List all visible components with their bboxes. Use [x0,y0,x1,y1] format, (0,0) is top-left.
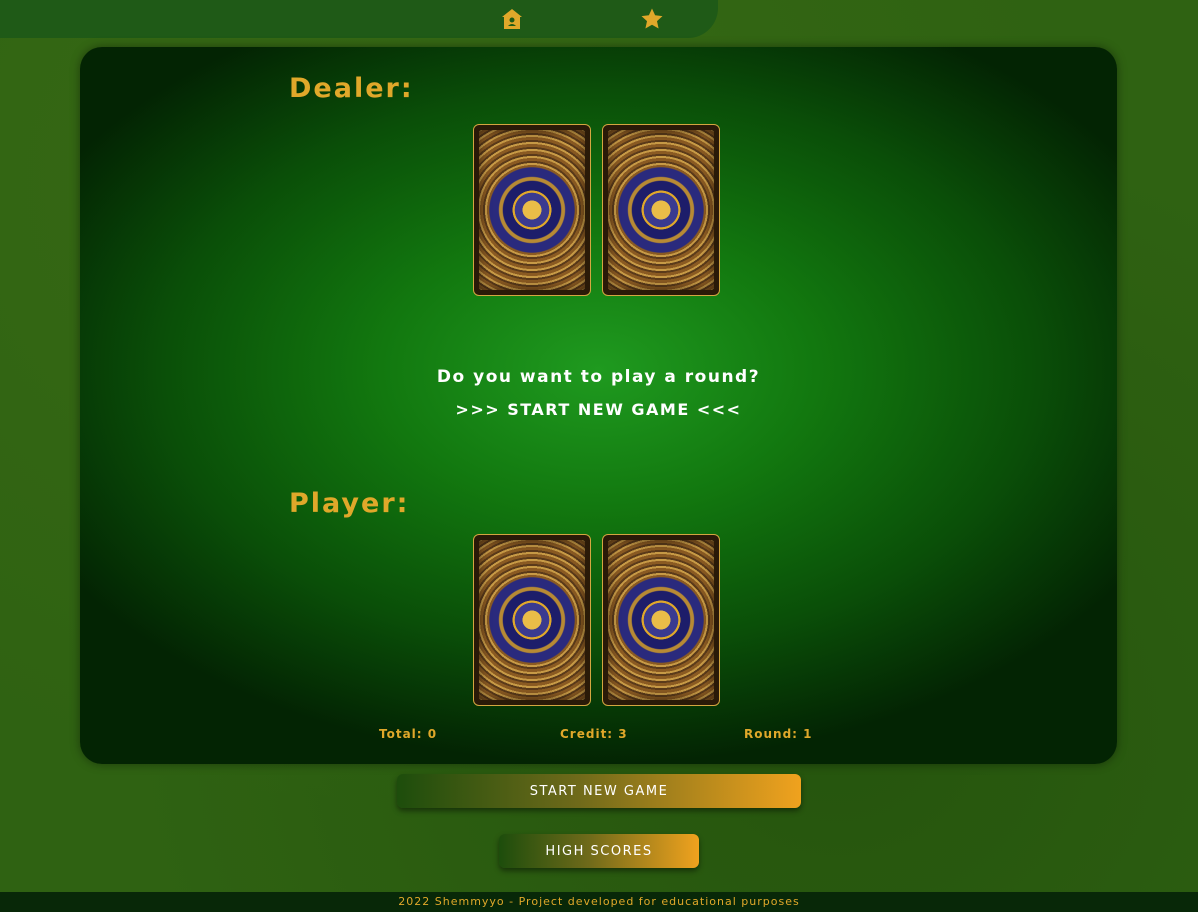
total-stat: Total: 0 [379,727,438,741]
player-card [602,534,720,706]
player-card [473,534,591,706]
star-icon[interactable] [639,6,665,32]
start-new-game-button[interactable]: START NEW GAME [397,774,801,808]
home-icon[interactable] [499,6,525,32]
card-back-image [479,130,585,290]
card-back-image [608,540,714,700]
high-scores-button[interactable]: HIGH SCORES [499,834,699,868]
start-new-game-link[interactable]: >>> START NEW GAME <<< [80,400,1117,419]
play-round-prompt: Do you want to play a round? [436,367,761,387]
dealer-label: Dealer: [289,73,414,104]
footer: 2022 Shemmyyo - Project developed for ed… [0,892,1198,912]
card-back-image [479,540,585,700]
credit-stat: Credit: 3 [560,727,628,741]
dealer-card [602,124,720,296]
player-label: Player: [289,488,410,519]
game-table: Dealer: Do you want to play a round? >>>… [80,47,1117,764]
card-back-image [608,130,714,290]
dealer-card [473,124,591,296]
top-nav [0,0,718,38]
round-stat: Round: 1 [744,727,813,741]
